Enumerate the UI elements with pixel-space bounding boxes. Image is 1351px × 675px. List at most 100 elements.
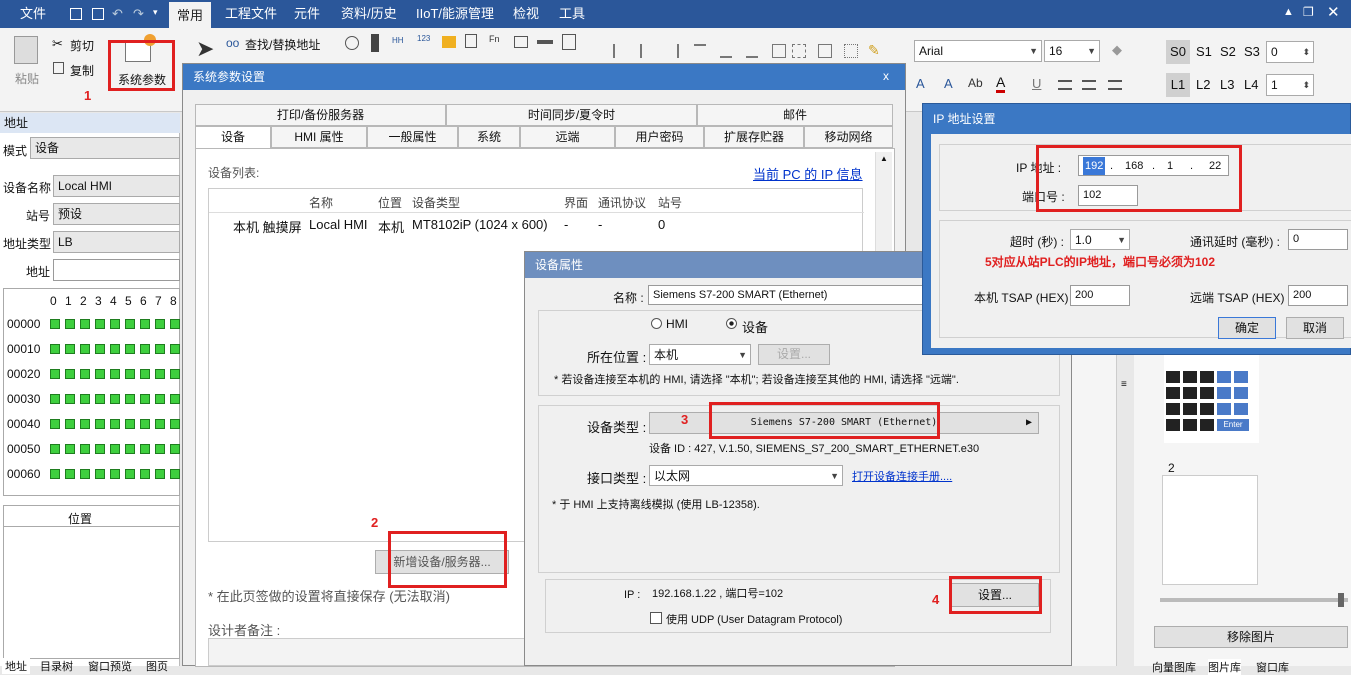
text-align-left-icon[interactable] bbox=[1058, 80, 1072, 90]
bit-cell[interactable] bbox=[110, 344, 120, 354]
bit-cell[interactable] bbox=[140, 394, 150, 404]
tab-system[interactable]: 系统 bbox=[458, 126, 520, 148]
bit-cell[interactable] bbox=[140, 419, 150, 429]
bit-cell[interactable] bbox=[95, 419, 105, 429]
tab-general[interactable]: 一般属性 bbox=[367, 126, 458, 148]
menu-project-file[interactable]: 工程文件 bbox=[223, 0, 279, 28]
tab-window-library[interactable]: 窗口库 bbox=[1256, 659, 1289, 675]
address-input[interactable] bbox=[53, 259, 180, 281]
tab-hmi-attributes[interactable]: HMI 属性 bbox=[271, 126, 367, 148]
list-icon[interactable] bbox=[562, 34, 576, 50]
device-type-arrow-icon[interactable]: ▶ bbox=[1026, 413, 1032, 433]
timeout-select[interactable]: 1.0 ▼ bbox=[1070, 229, 1130, 250]
bit-cell[interactable] bbox=[140, 344, 150, 354]
udp-checkbox[interactable] bbox=[650, 612, 662, 624]
tab-window-preview[interactable]: 窗口预览 bbox=[88, 658, 132, 674]
bit-cell[interactable] bbox=[80, 319, 90, 329]
state-s0[interactable]: S0 bbox=[1166, 40, 1190, 64]
bit-cell[interactable] bbox=[65, 369, 75, 379]
pc-ip-info-link[interactable]: 当前 PC 的 IP 信息 bbox=[753, 164, 863, 183]
bit-cell[interactable] bbox=[125, 444, 135, 454]
menu-file[interactable]: 文件 bbox=[18, 0, 48, 28]
tab-time-sync[interactable]: 时间同步/夏令时 bbox=[446, 104, 697, 126]
numeric-icon[interactable]: 123 bbox=[417, 34, 430, 43]
bit-cell[interactable] bbox=[140, 319, 150, 329]
bit-cell[interactable] bbox=[110, 419, 120, 429]
bit-cell[interactable] bbox=[65, 344, 75, 354]
zoom-slider-handle[interactable] bbox=[1338, 593, 1344, 607]
underline-icon[interactable]: U bbox=[1032, 76, 1041, 91]
bit-cell[interactable] bbox=[170, 344, 180, 354]
font-size-select[interactable]: 16 ▼ bbox=[1044, 40, 1100, 62]
tab-email[interactable]: 邮件 bbox=[697, 104, 893, 126]
tab-device[interactable]: 设备 bbox=[195, 126, 271, 148]
bit-cell[interactable] bbox=[170, 419, 180, 429]
clear-format-icon[interactable]: Ab bbox=[968, 76, 983, 90]
bit-cell[interactable] bbox=[50, 444, 60, 454]
location-select[interactable]: 本机 ▼ bbox=[649, 344, 751, 365]
cut-button[interactable]: 剪切 bbox=[70, 37, 94, 54]
find-replace-button[interactable]: 查找/替换地址 bbox=[245, 36, 320, 53]
undo-icon[interactable]: ↶ bbox=[112, 6, 123, 22]
bit-cell[interactable] bbox=[170, 394, 180, 404]
scroll-up-icon[interactable]: ▲ bbox=[880, 154, 888, 163]
bit-cell[interactable] bbox=[155, 319, 165, 329]
scrollbar-thumb-icon[interactable]: ≡ bbox=[1121, 379, 1127, 390]
tab-image-library[interactable]: 图片库 bbox=[1208, 659, 1241, 675]
menu-view[interactable]: 检视 bbox=[511, 0, 541, 28]
remove-image-button[interactable]: 移除图片 bbox=[1154, 626, 1348, 648]
bit-cell[interactable] bbox=[155, 369, 165, 379]
bit-cell[interactable] bbox=[125, 319, 135, 329]
same-size-icon[interactable] bbox=[772, 44, 786, 58]
bit-cell[interactable] bbox=[65, 444, 75, 454]
bit-cell[interactable] bbox=[50, 394, 60, 404]
bit-cell[interactable] bbox=[170, 444, 180, 454]
bit-cell[interactable] bbox=[170, 369, 180, 379]
menu-iiot[interactable]: IIoT/能源管理 bbox=[414, 0, 496, 28]
menu-common[interactable]: 常用 bbox=[169, 0, 212, 28]
bit-cell[interactable] bbox=[110, 469, 120, 479]
ribbon-collapse-icon[interactable]: ▲ bbox=[1283, 6, 1294, 18]
bit-cell[interactable] bbox=[95, 319, 105, 329]
bit-cell[interactable] bbox=[95, 394, 105, 404]
quickaccess-dropdown-icon[interactable]: ▾ bbox=[153, 7, 158, 18]
paste-label[interactable]: 粘贴 bbox=[15, 70, 39, 87]
cursor-icon[interactable]: ➤ bbox=[196, 36, 214, 62]
align-right-icon[interactable] bbox=[667, 44, 679, 58]
bit-cell[interactable] bbox=[95, 344, 105, 354]
restore-icon[interactable]: ❐ bbox=[1303, 5, 1314, 19]
tab-vector-library[interactable]: 向量图库 bbox=[1152, 659, 1196, 675]
bit-cell[interactable] bbox=[80, 419, 90, 429]
bit-lamp-icon[interactable]: HH bbox=[392, 36, 404, 45]
lang-l4[interactable]: L4 bbox=[1244, 77, 1258, 92]
bit-cell[interactable] bbox=[50, 319, 60, 329]
ungroup-icon[interactable] bbox=[844, 44, 858, 58]
tab-mobile-network[interactable]: 移动网络 bbox=[804, 126, 893, 148]
function-key-icon[interactable]: Fn bbox=[489, 34, 500, 44]
font-grow-icon[interactable]: A bbox=[916, 76, 925, 91]
bit-cell[interactable] bbox=[140, 444, 150, 454]
device-name-select[interactable]: Local HMI bbox=[53, 175, 180, 197]
bit-cell[interactable] bbox=[95, 369, 105, 379]
device-name-input[interactable]: Siemens S7-200 SMART (Ethernet) bbox=[648, 285, 924, 305]
dialog-close-icon[interactable]: x bbox=[883, 69, 889, 83]
combo-icon[interactable] bbox=[514, 36, 528, 48]
tab-print-backup[interactable]: 打印/备份服务器 bbox=[195, 104, 446, 126]
align-top-icon[interactable] bbox=[694, 44, 706, 58]
bit-cell[interactable] bbox=[80, 469, 90, 479]
radio-device[interactable] bbox=[726, 318, 737, 329]
bit-cell[interactable] bbox=[95, 469, 105, 479]
font-name-select[interactable]: Arial ▼ bbox=[914, 40, 1042, 62]
lang-l1[interactable]: L1 bbox=[1166, 73, 1190, 97]
zoom-slider[interactable] bbox=[1160, 598, 1348, 602]
udp-label[interactable]: 使用 UDP (User Datagram Protocol) bbox=[666, 611, 842, 627]
open-manual-link[interactable]: 打开设备连接手册.... bbox=[852, 468, 952, 484]
bit-cell[interactable] bbox=[50, 344, 60, 354]
menu-objects[interactable]: 元件 bbox=[292, 0, 322, 28]
bit-cell[interactable] bbox=[170, 319, 180, 329]
comm-delay-input[interactable]: 0 bbox=[1288, 229, 1348, 250]
lang-l3[interactable]: L3 bbox=[1220, 77, 1234, 92]
local-tsap-input[interactable]: 200 bbox=[1070, 285, 1130, 306]
align-left-icon[interactable] bbox=[613, 44, 625, 58]
bit-cell[interactable] bbox=[110, 319, 120, 329]
